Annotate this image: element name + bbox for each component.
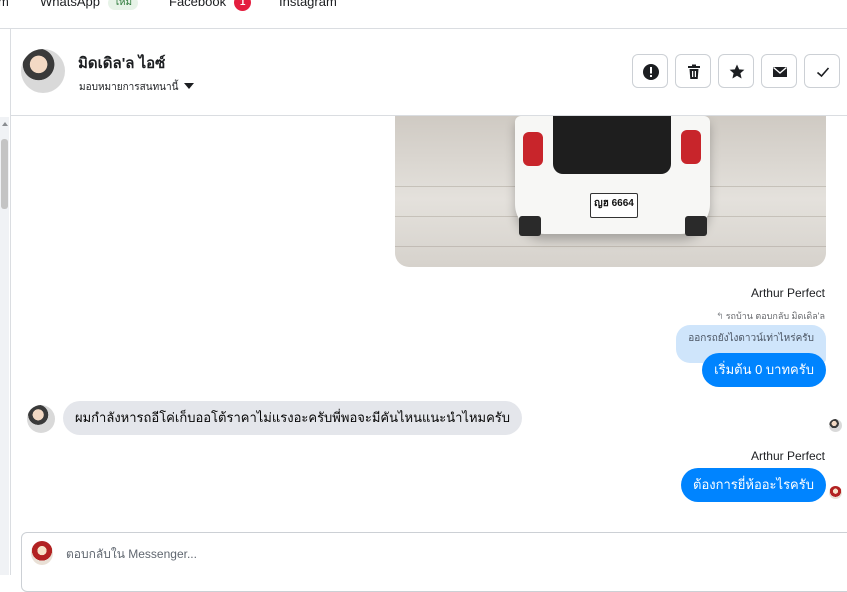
conversation-header: มิดเดิล'ล ไอซ์ มอบหมายการสนทนานี้ [11, 29, 847, 116]
caret-down-icon [184, 83, 195, 89]
reply-arrow-icon: ↰ [716, 311, 724, 321]
scroll-up-arrow-icon[interactable] [2, 122, 8, 126]
delete-button[interactable] [675, 54, 711, 88]
seen-avatar-contact [829, 419, 842, 432]
sender-name: Arthur Perfect [750, 286, 825, 300]
car-trunk [553, 116, 671, 174]
tab-facebook[interactable]: Facebook 1 [169, 0, 252, 11]
assign-label: มอบหมายการสนทนานี้ [79, 82, 179, 93]
outgoing-message[interactable]: ต้องการยี่ห้ออะไรครับ [681, 468, 826, 502]
outgoing-message[interactable]: เริ่มต้น 0 บาทครับ [702, 353, 826, 387]
page-avatar [31, 541, 53, 565]
report-icon [643, 64, 659, 80]
mark-done-button[interactable] [804, 54, 840, 88]
floor-tile-line [395, 246, 826, 247]
seen-avatar-page [829, 486, 842, 499]
shared-car-photo[interactable]: ญฮ 6664 [395, 116, 826, 267]
sender-name: Arthur Perfect [750, 449, 825, 463]
tab-whatsapp-label: WhatsApp [40, 0, 100, 9]
scrollbar[interactable] [0, 117, 9, 575]
scrollbar-thumb[interactable] [1, 139, 8, 209]
tab-instagram[interactable]: Instagram [279, 0, 337, 9]
tail-light-right [681, 130, 701, 164]
star-button[interactable] [718, 54, 754, 88]
unread-count-badge: 1 [234, 0, 252, 11]
check-icon [816, 67, 830, 78]
star-icon [729, 64, 745, 79]
mark-unread-button[interactable] [761, 54, 797, 88]
contact-avatar[interactable] [21, 49, 65, 93]
wheel-left [519, 216, 541, 236]
new-badge: ใหม่ [107, 0, 139, 10]
report-button[interactable] [632, 54, 668, 88]
wheel-right [685, 216, 707, 236]
tab-facebook-label: Facebook [169, 0, 227, 9]
mail-icon [773, 66, 787, 77]
license-plate: ญฮ 6664 [590, 193, 638, 218]
reply-context: ↰ รถบ้าน ตอบกลับ มิดเดิล'ล [716, 309, 825, 323]
reply-context-text: รถบ้าน ตอบกลับ มิดเดิล'ล [725, 311, 825, 321]
trash-icon [688, 64, 700, 79]
reply-input[interactable] [66, 545, 566, 563]
incoming-message[interactable]: ผมกำลังหารถอีโค่เก็บออโต้ราคาไม่แรงอะครั… [63, 401, 523, 435]
assign-conversation-dropdown[interactable]: มอบหมายการสนทนานี้ [79, 80, 195, 95]
reply-composer [21, 532, 847, 592]
tail-light-left [523, 132, 543, 166]
contact-avatar-small[interactable] [27, 405, 55, 433]
tab-previous[interactable]: m [0, 0, 9, 9]
tab-whatsapp[interactable]: WhatsApp ใหม่ [40, 0, 139, 10]
channel-tabs: m WhatsApp ใหม่ Facebook 1 Instagram [0, 0, 847, 29]
contact-name[interactable]: มิดเดิล'ล ไอซ์ [78, 51, 165, 75]
